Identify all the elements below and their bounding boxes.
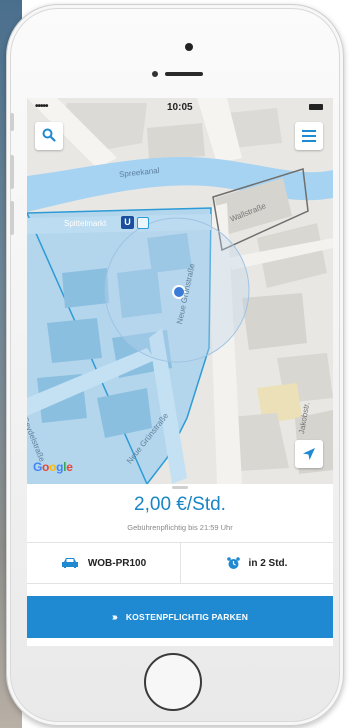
parking-price: 2,00 €/Std. [134,494,226,515]
reminder-selector[interactable]: in 2 Std. [180,543,333,583]
google-logo: Google [33,460,73,474]
locate-me-button[interactable] [295,440,323,468]
earpiece [165,72,203,76]
bus-icon [137,217,149,229]
drag-handle[interactable] [172,486,188,489]
parking-fee-note: Gebührenpflichtig bis 21:59 Uhr [127,523,233,532]
signal-indicator: ••••• [35,101,48,112]
car-icon [61,557,79,569]
license-plate: WOB-PR100 [87,557,147,569]
search-button[interactable] [35,122,63,150]
chevrons-icon: ››› [111,611,118,623]
home-button[interactable] [144,653,202,711]
mute-switch [10,113,14,131]
parking-info-row: WOB-PR100 in 2 Std. [27,542,333,584]
map-view[interactable]: ••••• 10:05 Spreekanal Spittelmarkt U Wa… [27,98,333,484]
ubahn-icon: U [121,216,134,229]
menu-button[interactable] [295,122,323,150]
map-canvas [27,98,333,484]
battery-icon [309,104,323,110]
volume-up-button [10,155,14,189]
status-time: 10:05 [167,102,193,113]
start-paid-parking-label: KOSTENPFLICHTIG PARKEN [125,612,249,622]
sensor [152,71,158,77]
map-label-spittelmarkt: Spittelmarkt [64,219,107,228]
vehicle-selector[interactable]: WOB-PR100 [27,543,180,583]
status-bar: ••••• 10:05 [27,98,333,116]
reminder-time: in 2 Std. [248,557,288,569]
parking-sheet: 2,00 €/Std. Gebührenpflichtig bis 21:59 … [27,484,333,646]
app-screen: ••••• 10:05 Spreekanal Spittelmarkt U Wa… [27,98,333,646]
front-camera [185,43,193,51]
alarm-clock-icon [226,556,240,570]
start-paid-parking-button[interactable]: ››› KOSTENPFLICHTIG PARKEN [27,596,333,638]
volume-down-button [10,201,14,235]
